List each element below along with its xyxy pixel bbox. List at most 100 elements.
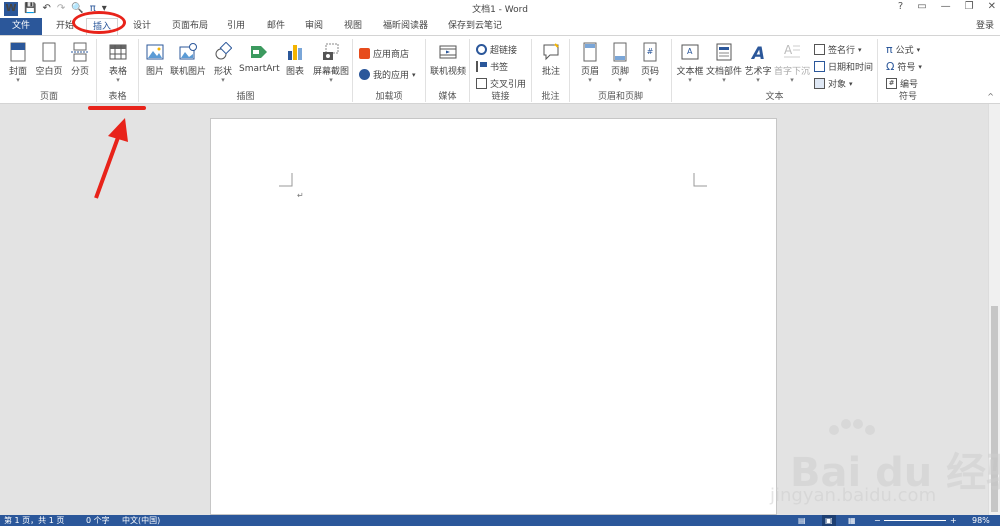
page-count[interactable]: 第 1 页，共 1 页 [4,515,64,526]
chevron-down-icon: ▾ [918,62,922,71]
zoom-slider[interactable] [884,520,946,521]
footer-button[interactable]: 页脚 ▾ [608,42,632,84]
tab-foxit-reader[interactable]: 福昕阅读器 [383,18,428,35]
zoom-out-icon[interactable]: − [874,515,881,526]
tab-mailings[interactable]: 邮件 [267,18,285,35]
tab-file[interactable]: 文件 [0,18,42,35]
symbol-button[interactable]: Ω 符号 ▾ [886,60,922,73]
word-app-icon[interactable]: W [4,2,18,16]
date-time-button[interactable]: 日期和时间 [814,60,873,73]
quick-parts-icon [716,43,732,61]
chevron-down-icon: ▾ [116,76,120,84]
header-button[interactable]: 页眉 ▾ [578,42,602,84]
tab-references[interactable]: 引用 [227,18,245,35]
table-icon [109,44,127,60]
chevron-down-icon: ▾ [648,76,652,84]
smartart-button[interactable]: SmartArt [239,42,280,74]
undo-icon[interactable]: ↶ [42,2,50,16]
word-count[interactable]: 0 个字 [86,515,110,526]
header-icon [583,42,597,62]
group-tables: 表格 ▾ 表格 [97,39,139,102]
page-number-icon: # [643,42,657,62]
tab-design[interactable]: 设计 [133,18,151,35]
store-button[interactable]: 应用商店 [359,47,409,60]
online-pictures-button[interactable]: 联机图片 [169,42,207,77]
pictures-button[interactable]: 图片 [144,42,166,77]
window-title: 文档1 - Word [472,5,528,15]
chevron-down-icon: ▾ [756,76,760,84]
my-apps-button[interactable]: 我的应用 ▾ [359,68,416,81]
chevron-down-icon: ▾ [849,79,853,88]
save-icon[interactable]: 💾 [24,2,36,16]
group-addins: 应用商店 我的应用 ▾ 加载项 [353,39,426,102]
zoom-in-icon[interactable]: + [950,515,957,526]
status-bar: 第 1 页，共 1 页 0 个字 中文(中国) ▤ ▣ ▦ − + 98% [0,515,1000,526]
ribbon-tabs: 文件 开始 插入 设计 页面布局 引用 邮件 审阅 视图 福昕阅读器 保存到云笔… [0,18,1000,35]
tab-review[interactable]: 审阅 [305,18,323,35]
web-layout-icon[interactable]: ▦ [848,515,856,526]
margin-corner-top-right [693,173,707,187]
group-links: 超链接 书签 交叉引用 链接 [470,39,532,102]
screenshot-button[interactable]: 屏幕截图 ▾ [311,42,351,84]
group-label-media: 媒体 [438,92,457,102]
wordart-icon: A [750,44,765,62]
chart-button[interactable]: 图表 [283,42,307,77]
page-number-button[interactable]: # 页码 ▾ [638,42,662,84]
number-icon: # [886,78,897,89]
signature-line-button[interactable]: 签名行 ▾ [814,43,862,56]
equation-button[interactable]: π 公式 ▾ [886,43,920,56]
blank-page-button[interactable]: 空白页 [34,42,64,77]
group-label-tables: 表格 [108,92,127,102]
help-button[interactable]: ? [898,1,903,12]
chevron-down-icon: ▾ [16,76,20,84]
new-comment-button[interactable]: 批注 [540,42,562,77]
svg-text:A: A [750,44,765,62]
ribbon-display-options-icon[interactable]: ▭ [917,1,926,12]
print-layout-icon[interactable]: ▣ [822,515,836,526]
sign-in-link[interactable]: 登录 [976,18,994,35]
screenshot-icon [323,43,339,60]
drop-cap-button[interactable]: A 首字下沉 ▾ [774,42,810,84]
cover-page-button[interactable]: 封面 ▾ [6,42,30,84]
tab-view[interactable]: 视图 [344,18,362,35]
svg-text:#: # [647,47,654,56]
group-label-text: 文本 [765,92,784,102]
online-video-button[interactable]: 联机视频 [429,42,467,77]
chevron-down-icon: ▾ [790,76,794,84]
pi-icon: π [886,43,893,56]
page-break-button[interactable]: 分页 [68,42,92,77]
group-label-comments: 批注 [541,92,560,102]
text-box-button[interactable]: A 文本框 ▾ [676,42,704,84]
tab-layout[interactable]: 页面布局 [172,18,208,35]
chevron-down-icon: ▾ [916,45,921,54]
table-button[interactable]: 表格 ▾ [105,42,131,84]
page-break-icon [71,42,89,62]
wordart-button[interactable]: A 艺术字 ▾ [744,42,772,84]
text-box-icon: A [681,44,699,60]
chevron-down-icon: ▾ [588,76,592,84]
tab-save-cloud-note[interactable]: 保存到云笔记 [448,18,502,35]
ribbon-insert: 封面 ▾ 空白页 分页 页面 表格 ▾ 表格 图片 联机图片 形状 ▾ Smar… [0,35,1000,104]
bookmark-button[interactable]: 书签 [476,60,508,73]
redo-icon[interactable]: ↷ [57,2,65,16]
language[interactable]: 中文(中国) [122,515,160,526]
margin-corner-top-left [279,173,293,187]
object-icon [814,78,825,89]
zoom-level[interactable]: 98% [972,515,990,526]
baidu-jingyan-watermark: Bai du 经验 jingyan.baidu.com [760,418,1000,508]
restore-button[interactable]: ❐ [965,1,974,12]
store-icon [359,48,370,59]
chevron-down-icon: ▾ [858,45,862,54]
close-button[interactable]: ✕ [988,1,996,12]
read-mode-icon[interactable]: ▤ [798,515,806,526]
document-page[interactable]: ↵ [210,118,777,515]
group-illustrations: 图片 联机图片 形状 ▾ SmartArt 图表 屏幕截图 ▾ 插图 [139,39,353,102]
minimize-button[interactable]: — [941,1,951,12]
calendar-icon [814,61,825,72]
quick-parts-button[interactable]: 文档部件 ▾ [706,42,742,84]
collapse-ribbon-icon[interactable]: ^ [987,92,994,101]
group-header-footer: 页眉 ▾ 页脚 ▾ # 页码 ▾ 页眉和页脚 [570,39,672,102]
shapes-button[interactable]: 形状 ▾ [211,42,235,84]
picture-icon [146,44,164,60]
hyperlink-button[interactable]: 超链接 [476,43,517,56]
